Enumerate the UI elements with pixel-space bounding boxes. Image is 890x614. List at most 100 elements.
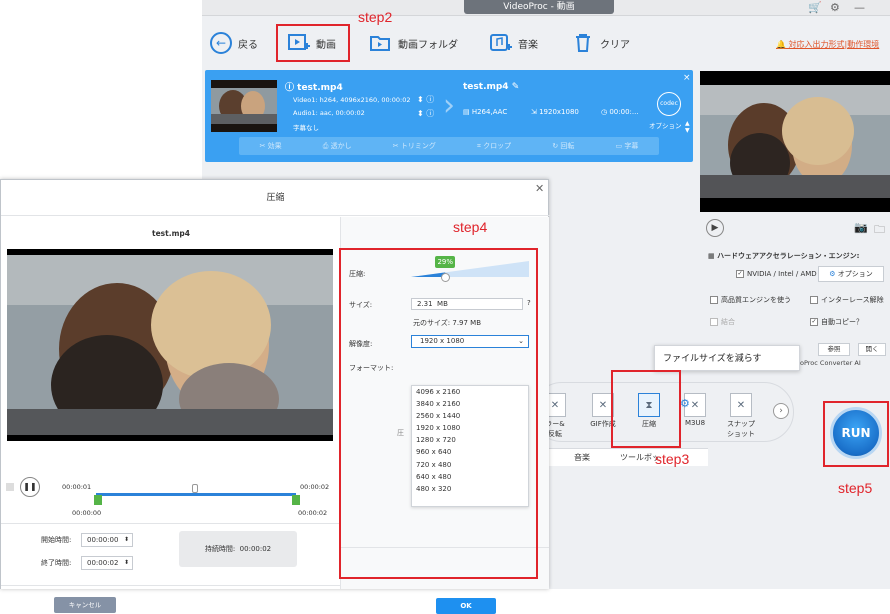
output-resolution: ⇲ 1920x1080 [531,108,579,116]
video-folder-label: 動画フォルダ [398,39,458,51]
add-music-button[interactable]: 音楽 [490,29,538,57]
tab-toolbox[interactable]: ツールボックス [620,452,658,463]
pause-icon[interactable]: ❚❚ [20,477,40,497]
notice-text: 対応入出力形式|動作環境 [788,40,880,49]
trim-timeline: ❚❚ 00:00:01 00:00:02 00:00:00 00:00:02 [6,477,334,521]
folder-icon[interactable]: 🗀 [874,221,885,240]
audio-stream-info: Audio1: aac, 00:00:02 [293,109,365,117]
edit-icon: ✎ [511,82,520,92]
trim-start-time: 00:00:00 [72,509,102,517]
trim-end-handle[interactable] [292,495,300,505]
subtitle-info: 字幕なし [293,124,319,132]
tab-effect[interactable]: ✂ 効果 [260,141,282,151]
play-icon[interactable]: ▶ [706,219,724,237]
close-icon[interactable]: ✕ [535,182,544,195]
title-bar: VideoProc - 動画 🛒 ⚙ — [202,0,890,16]
step2-highlight [276,24,350,62]
tab-subtitle[interactable]: ▭ 字幕 [616,141,639,151]
gear-icon[interactable]: ⚙ [830,1,840,15]
check-icon: ✓ [736,270,744,278]
duration-display: 持続時間: 00:00:02 [179,531,297,567]
divider [1,523,341,524]
stream-select-icon[interactable]: ⬍ ⓘ [417,94,434,105]
clear-label: クリア [600,39,630,51]
video-stream-info: Video1: h264, 4096x2160, 00:00:02 [293,96,411,104]
tab-watermark[interactable]: ⎙ 透かし [323,141,352,151]
high-quality-checkbox[interactable]: 高品質エンジンを使う [710,295,791,305]
ok-button[interactable]: OK [436,598,496,614]
end-time-label: 終了時間: [41,559,72,567]
music-add-icon [490,32,512,54]
scroll-arrows-icon[interactable]: ▲ ▼ [685,120,690,134]
hw-title: ▦ ハードウェアアクセラレーション・エンジン: [708,252,860,260]
stop-icon[interactable] [6,483,14,491]
clear-button[interactable]: クリア [572,29,630,57]
audio-select-icon[interactable]: ⬍ ⓘ [417,108,434,119]
step3-highlight [611,370,681,448]
step4-label: step4 [453,219,488,235]
back-arrow-icon: ← [210,32,232,54]
preview-video [700,71,890,212]
back-button[interactable]: ← 戻る [210,29,258,57]
info-icon: ⓘ [285,83,298,93]
tool-snapshot[interactable]: ✕ スナップ ショット [721,393,761,439]
auto-copy-checkbox[interactable]: ✓ 自動コピー？ [810,317,863,327]
step3-label: step3 [655,451,690,467]
chevron-right-icon[interactable]: › [773,403,789,419]
codec-option-icon[interactable]: codec [657,92,681,116]
preview-controls: ▶ 📷 🗀 [700,214,890,242]
output-duration: ◷ 00:00:... [601,108,639,116]
cart-icon[interactable]: 🛒 [808,1,822,15]
start-time-input[interactable]: 00:00:00 ⬍ [81,533,133,547]
folder-video-icon [370,32,392,54]
gear-icon: ⚙ [829,270,836,278]
start-time-label: 開始時間: [41,536,72,544]
format-notice-link[interactable]: 🔔 対応入出力形式|動作環境 [776,39,879,50]
divider [1,585,341,586]
merge-checkbox[interactable]: 結合 [710,317,735,327]
cancel-button[interactable]: キャンセル [54,597,116,613]
trim-end-time: 00:00:02 [298,509,328,517]
source-file-name: ⓘ test.mp4 [285,83,343,93]
video-item[interactable]: ⓘ test.mp4 Video1: h264, 4096x2160, 00:0… [205,70,693,162]
window-title: VideoProc - 動画 [464,0,614,14]
timeline-track[interactable] [96,493,296,496]
browse-button[interactable]: 参照 [818,343,850,356]
check-icon: ✓ [810,318,818,326]
trash-icon [572,32,594,54]
minimize-icon[interactable]: — [854,1,865,15]
compress-tooltip: ファイルサイズを減らす [654,345,800,371]
converter-ai-label: oProc Converter AI [800,359,861,367]
dialog-title: 圧縮 [1,180,550,216]
tab-rotate[interactable]: ↻ 回転 [552,141,574,151]
camera-icon[interactable]: 📷 [854,221,868,234]
deinterlace-checkbox[interactable]: インターレース解除 [810,295,884,305]
output-file-name[interactable]: test.mp4 ✎ [463,82,519,92]
trim-start-handle[interactable] [94,495,102,505]
item-edit-tabs: ✂ 効果 ⎙ 透かし ✂ トリミング ⌗ クロップ ↻ 回転 ▭ 字幕 [239,137,659,155]
add-video-folder-button[interactable]: 動画フォルダ [370,29,458,57]
output-codec: ▤ H264,AAC [463,108,508,116]
tool-settings-icon[interactable]: ⚙ [680,398,692,410]
step5-highlight [823,401,889,467]
spinner-icon: ⬍ [123,536,129,543]
open-button[interactable]: 開く [858,343,886,356]
dialog-video-preview [7,249,333,441]
tab-trim[interactable]: ✂ トリミング [393,141,436,151]
music-label: 音楽 [518,39,538,51]
spinner-icon: ⬍ [123,559,129,566]
end-time-input[interactable]: 00:00:02 ⬍ [81,556,133,570]
hw-option-button[interactable]: ⚙ オプション [818,266,884,282]
video-thumbnail [211,80,277,132]
close-item-icon[interactable]: × [683,73,691,83]
total-time: 00:00:02 [300,483,330,491]
playhead-handle[interactable] [192,484,198,493]
nvidia-checkbox[interactable]: ✓ NVIDIA / Intel / AMD [736,270,817,278]
step5-label: step5 [838,480,873,496]
option-label[interactable]: オプション [649,120,682,130]
bell-icon: 🔔 [776,40,786,49]
tab-music[interactable]: 音楽 [574,452,590,463]
dialog-file-name: test.mp4 [152,229,190,238]
tab-crop[interactable]: ⌗ クロップ [477,141,511,151]
step4-highlight [339,248,538,579]
